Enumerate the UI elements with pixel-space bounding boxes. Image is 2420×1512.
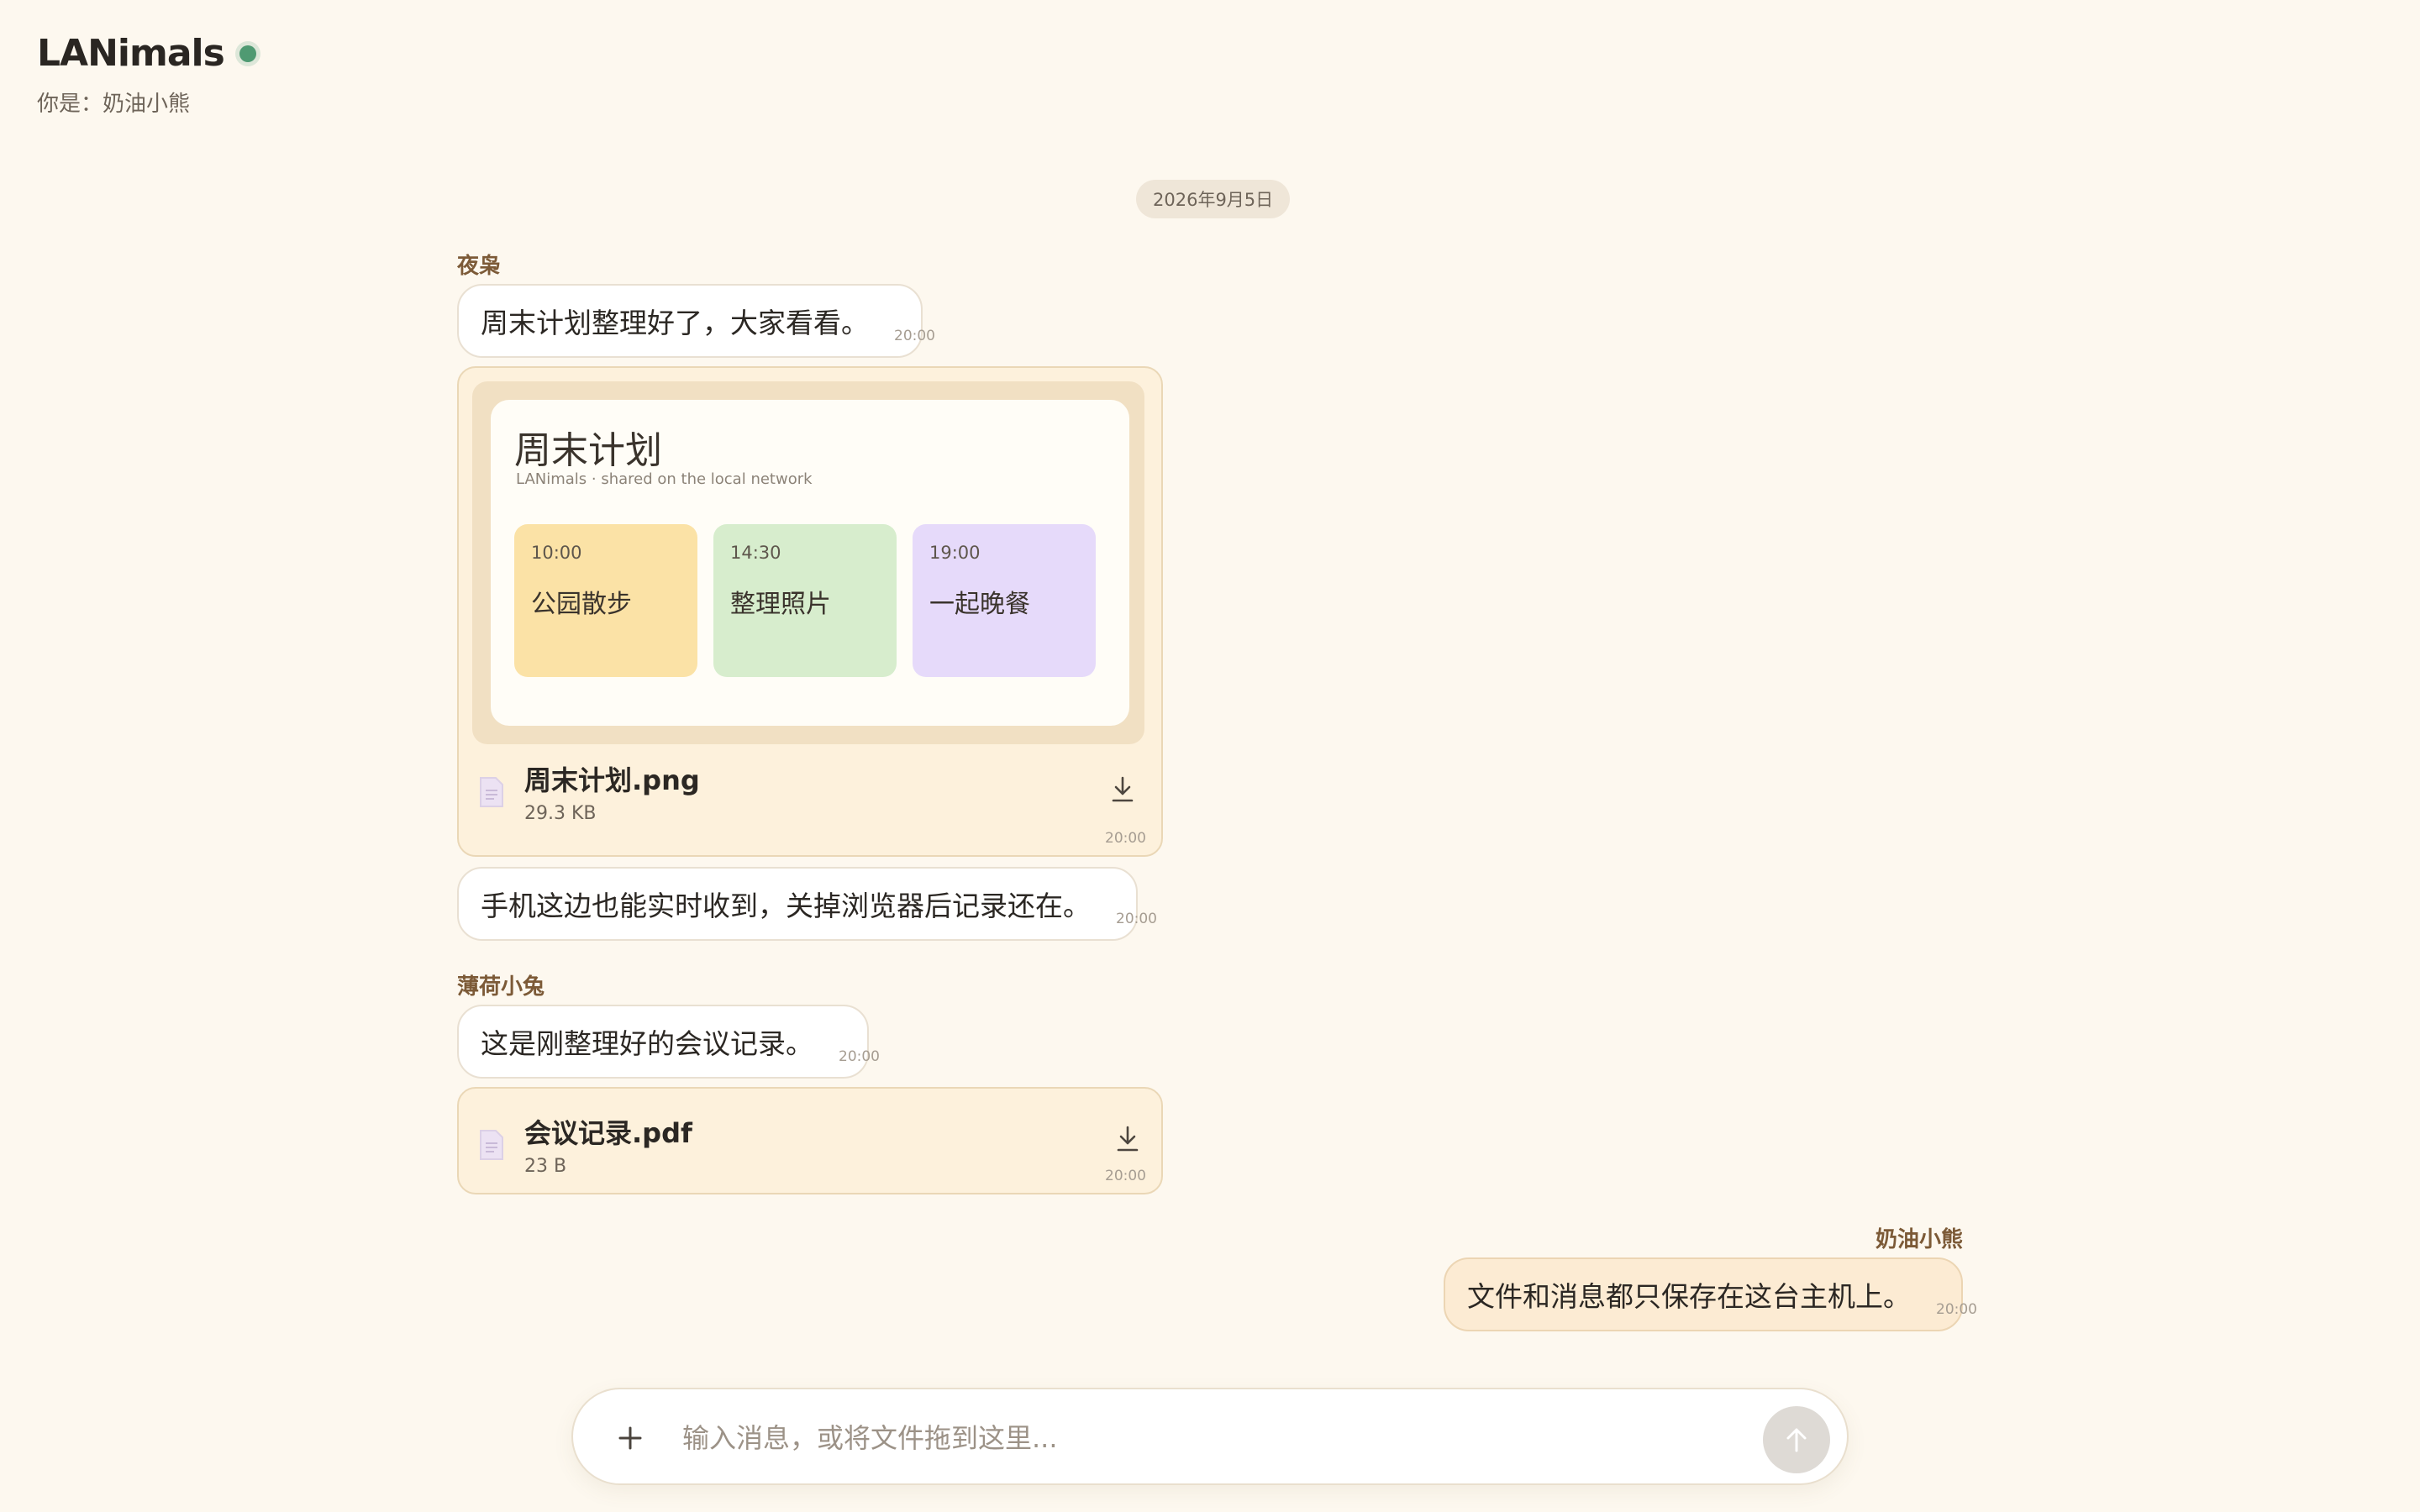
- sender-name: 奶油小熊: [1875, 1227, 1963, 1252]
- plan-time: 14:30: [730, 543, 781, 563]
- message-time: 20:00: [894, 328, 935, 344]
- preview-subtitle: LANimals · shared on the local network: [516, 470, 813, 488]
- sender-name: 薄荷小兔: [457, 974, 545, 1000]
- chat-app: LANimals 你是：奶油小熊 2026年9月5日 夜枭 周末计划整理好了，大…: [0, 0, 2420, 1512]
- file-info: 会议记录.pdf 23 B: [479, 1112, 692, 1177]
- plan-label: 公园散步: [531, 590, 632, 619]
- image-attachment-card[interactable]: 周末计划 LANimals · shared on the local netw…: [457, 366, 1163, 857]
- file-info: 周末计划.png 29.3 KB: [479, 759, 700, 824]
- plan-card: 19:00 一起晚餐: [913, 524, 1096, 677]
- message-time: 20:00: [1936, 1301, 1977, 1318]
- message-time: 20:00: [839, 1048, 880, 1065]
- download-button[interactable]: [1106, 773, 1139, 806]
- online-status-dot: [239, 45, 256, 62]
- message-input[interactable]: [682, 1411, 1691, 1465]
- message-text: 周末计划整理好了，大家看看。: [481, 307, 869, 339]
- document-icon: [479, 1129, 504, 1161]
- preview-title: 周末计划: [514, 429, 662, 472]
- message-bubble[interactable]: 周末计划整理好了，大家看看。 20:00: [457, 284, 935, 358]
- file-name: 会议记录.pdf: [524, 1117, 692, 1149]
- attach-button[interactable]: [605, 1413, 655, 1463]
- file-size: 29.3 KB: [524, 803, 597, 824]
- plan-preview-canvas: 周末计划 LANimals · shared on the local netw…: [491, 400, 1129, 726]
- plan-card: 14:30 整理照片: [713, 524, 897, 677]
- date-divider: 2026年9月5日: [1136, 180, 1291, 218]
- pdf-attachment-card[interactable]: 会议记录.pdf 23 B 20:00: [457, 1087, 1163, 1194]
- message-text: 文件和消息都只保存在这台主机上。: [1467, 1280, 1911, 1313]
- message-time: 20:00: [1105, 1168, 1146, 1184]
- message-time: 20:00: [1105, 830, 1146, 847]
- download-icon: [1117, 1126, 1139, 1152]
- document-icon: [479, 776, 504, 808]
- plus-icon: [618, 1426, 642, 1450]
- download-button[interactable]: [1111, 1122, 1144, 1156]
- plan-time: 19:00: [929, 543, 981, 563]
- sender-name: 夜枭: [457, 254, 502, 279]
- my-message-bubble[interactable]: 文件和消息都只保存在这台主机上。 20:00: [1444, 1257, 1977, 1331]
- plan-label: 整理照片: [730, 590, 831, 619]
- message-time: 20:00: [1116, 911, 1157, 927]
- message-text: 手机这边也能实时收到，关掉浏览器后记录还在。: [481, 890, 1091, 922]
- current-user-label: 你是：奶油小熊: [37, 92, 191, 117]
- plan-time: 10:00: [531, 543, 582, 563]
- message-bubble[interactable]: 这是刚整理好的会议记录。 20:00: [457, 1005, 880, 1079]
- plan-label: 一起晚餐: [929, 590, 1030, 619]
- message-bubble[interactable]: 手机这边也能实时收到，关掉浏览器后记录还在。 20:00: [457, 867, 1157, 941]
- download-icon: [1112, 776, 1134, 802]
- app-header: LANimals 你是：奶油小熊: [37, 32, 256, 118]
- message-composer: [571, 1388, 1849, 1485]
- message-text: 这是刚整理好的会议记录。: [481, 1027, 813, 1060]
- send-button[interactable]: [1763, 1406, 1830, 1473]
- arrow-up-icon: [1786, 1428, 1807, 1452]
- file-size: 23 B: [524, 1156, 567, 1177]
- plan-card: 10:00 公园散步: [514, 524, 697, 677]
- file-name: 周末计划.png: [524, 764, 700, 796]
- app-title: LANimals: [37, 32, 225, 75]
- brand: LANimals: [37, 32, 256, 75]
- image-preview[interactable]: 周末计划 LANimals · shared on the local netw…: [472, 381, 1144, 744]
